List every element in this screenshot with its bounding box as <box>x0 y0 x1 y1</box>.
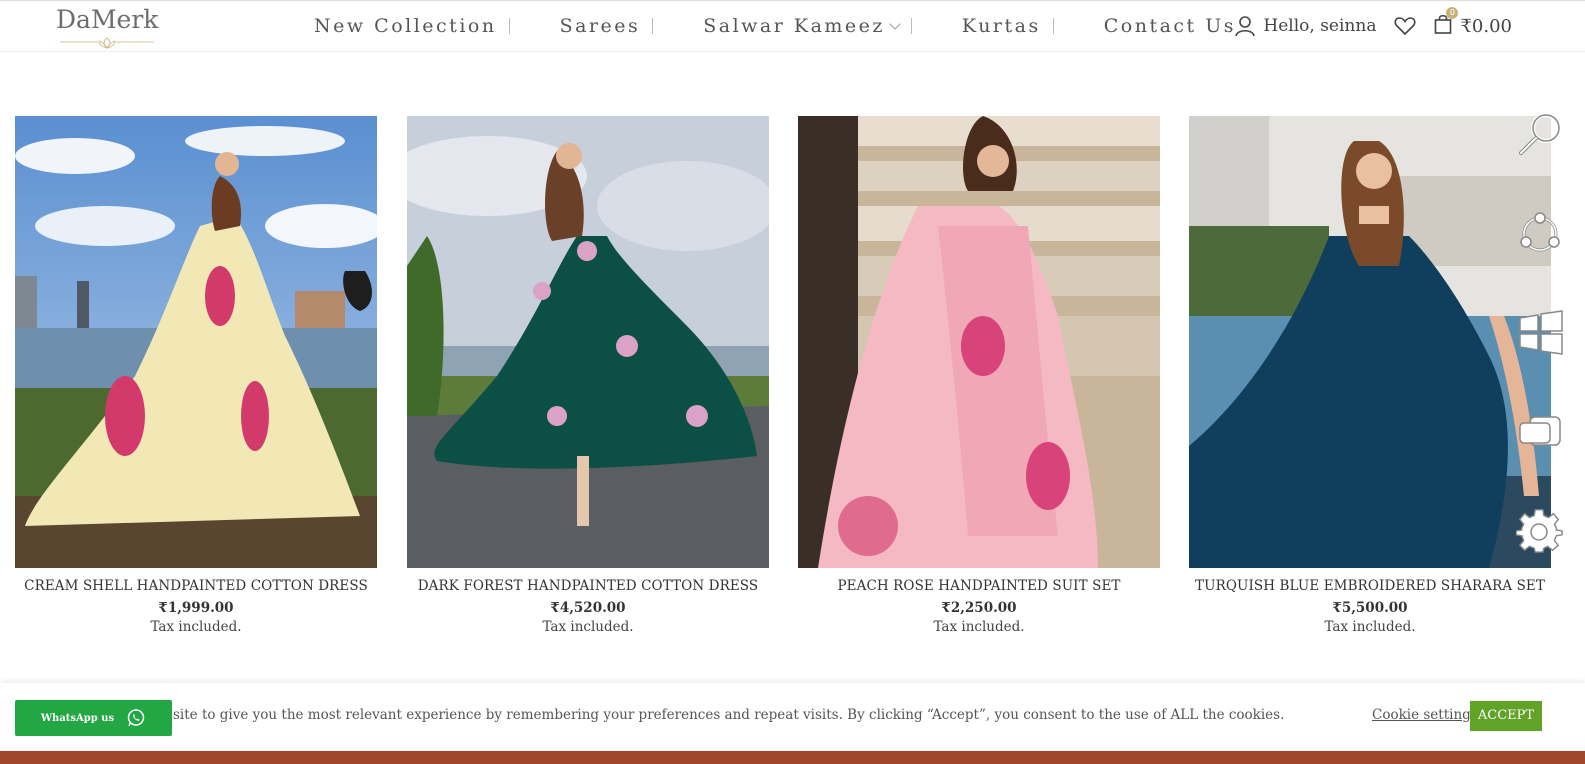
cookie-settings-link[interactable]: Cookie settings <box>1372 707 1478 723</box>
tax-note: Tax included. <box>933 619 1025 635</box>
cookie-consent-bar: site to give you the most relevant exper… <box>0 683 1585 751</box>
product-image[interactable] <box>798 116 1160 568</box>
product-card[interactable]: TURQUISH BLUE EMBROIDERED SHARARA SET ₹5… <box>1189 116 1551 635</box>
brand-logo[interactable]: DaMerk <box>56 3 158 49</box>
nav-sarees[interactable]: Sarees <box>560 15 641 37</box>
window-switch-icon[interactable] <box>1516 409 1564 457</box>
product-card[interactable]: PEACH ROSE HANDPAINTED SUIT SET ₹2,250.0… <box>798 116 1160 635</box>
main-nav: New Collection Sarees Salwar Kameez Kurt… <box>300 1 1236 51</box>
product-image[interactable] <box>1189 116 1551 568</box>
product-price: ₹1,999.00 <box>158 600 234 616</box>
whatsapp-icon <box>127 709 145 727</box>
nav-label: Salwar Kameez <box>703 15 885 37</box>
nav-label: Contact Us <box>1103 15 1236 37</box>
nav-divider <box>1052 18 1054 34</box>
whatsapp-label: WhatsApp us <box>40 712 115 724</box>
lotus-icon <box>60 37 154 49</box>
product-title[interactable]: CREAM SHELL HANDPAINTED COTTON DRESS <box>15 578 377 594</box>
cart-count-badge: 0 <box>1446 7 1459 19</box>
network-icon[interactable] <box>1516 210 1564 258</box>
nav-divider <box>910 18 912 34</box>
tax-note: Tax included. <box>1324 619 1416 635</box>
nav-salwar-kameez[interactable]: Salwar Kameez <box>703 15 901 37</box>
product-price: ₹2,250.00 <box>941 600 1017 616</box>
product-title[interactable]: DARK FOREST HANDPAINTED COTTON DRESS <box>407 578 769 594</box>
user-icon[interactable] <box>1235 15 1256 37</box>
gear-icon[interactable] <box>1516 508 1564 556</box>
cart-total[interactable]: ₹0.00 <box>1460 16 1512 37</box>
product-title[interactable]: PEACH ROSE HANDPAINTED SUIT SET <box>798 578 1160 594</box>
product-card[interactable]: DARK FOREST HANDPAINTED COTTON DRESS ₹4,… <box>407 116 769 635</box>
site-header: DaMerk New Collection Sarees Salwar Kame… <box>0 0 1585 52</box>
nav-divider <box>508 18 510 34</box>
product-image[interactable] <box>407 116 769 568</box>
accept-cookies-button[interactable]: ACCEPT <box>1470 701 1542 731</box>
product-image[interactable] <box>15 116 377 568</box>
product-price: ₹5,500.00 <box>1332 600 1408 616</box>
cookie-message: site to give you the most relevant exper… <box>173 707 1285 723</box>
tax-note: Tax included. <box>542 619 634 635</box>
product-title[interactable]: TURQUISH BLUE EMBROIDERED SHARARA SET <box>1189 578 1551 594</box>
nav-label: New Collection <box>314 15 497 37</box>
account-greeting[interactable]: Hello, seinna <box>1263 16 1376 36</box>
nav-divider <box>652 18 654 34</box>
os-taskbar <box>0 751 1585 764</box>
brand-name: DaMerk <box>56 5 159 34</box>
whatsapp-button[interactable]: WhatsApp us <box>15 700 172 736</box>
nav-label: Kurtas <box>961 15 1041 37</box>
cart-button[interactable]: 0 <box>1434 7 1459 38</box>
nav-contact-us[interactable]: Contact Us <box>1104 15 1236 37</box>
windows-icon[interactable] <box>1516 309 1564 357</box>
chevron-down-icon <box>889 17 901 30</box>
header-actions: Hello, seinna 0 ₹0.00 <box>1235 1 1512 51</box>
nav-kurtas[interactable]: Kurtas <box>962 15 1041 37</box>
nav-new-collection[interactable]: New Collection <box>314 15 497 37</box>
product-price: ₹4,520.00 <box>550 600 626 616</box>
product-card[interactable]: CREAM SHELL HANDPAINTED COTTON DRESS ₹1,… <box>15 116 377 635</box>
magnifier-icon[interactable] <box>1516 110 1564 158</box>
nav-label: Sarees <box>559 15 641 37</box>
tax-note: Tax included. <box>150 619 242 635</box>
product-grid: CREAM SHELL HANDPAINTED COTTON DRESS ₹1,… <box>15 116 1551 646</box>
heart-icon[interactable] <box>1394 16 1416 36</box>
